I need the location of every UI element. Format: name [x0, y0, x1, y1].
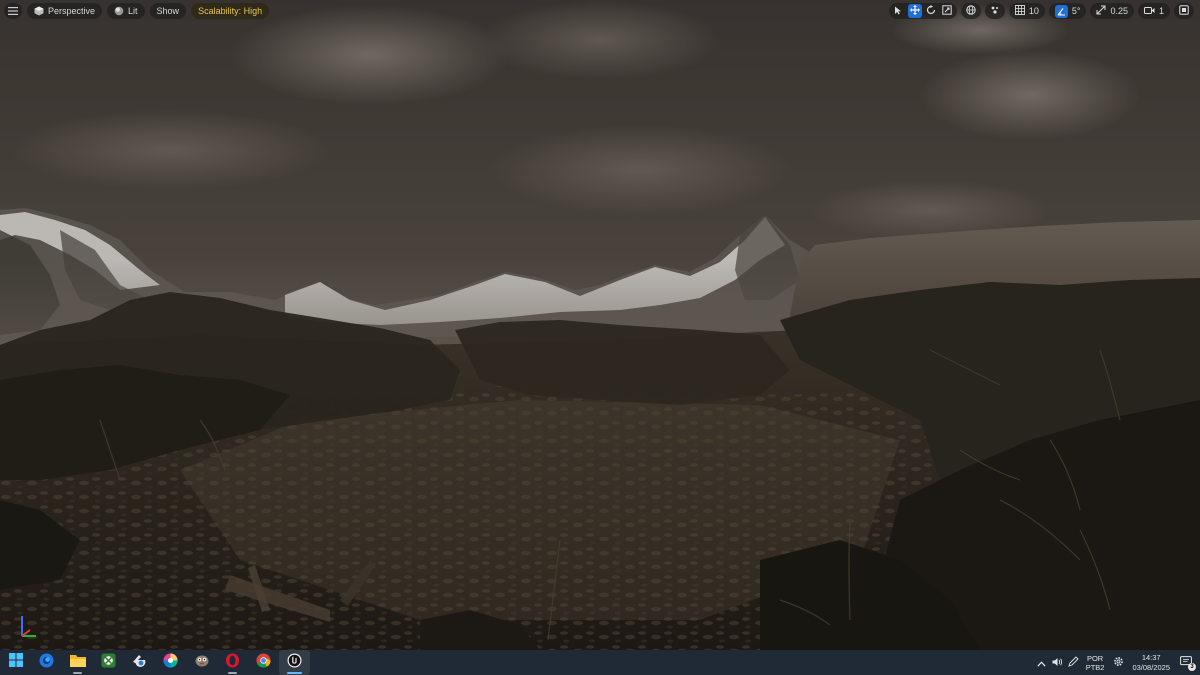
show-flags-label: Show: [156, 6, 180, 16]
scalability-button[interactable]: Scalability: High: [191, 3, 270, 19]
scale-snap-pill[interactable]: 0.25: [1090, 3, 1134, 19]
rotation-snap-pill[interactable]: 5°: [1048, 3, 1087, 19]
unreal-engine-icon: [287, 653, 302, 673]
scale-snap-icon: [1096, 5, 1106, 17]
move-tool-button[interactable]: [907, 4, 922, 18]
level-viewport[interactable]: Perspective Lit Show Scalability: High 1…: [0, 0, 1200, 650]
notification-count-badge: 3: [1188, 662, 1196, 671]
notification-center-button[interactable]: 3: [1178, 655, 1196, 671]
coordinate-space-group: [960, 3, 981, 19]
pen-menu-button[interactable]: [1066, 650, 1082, 675]
start-button[interactable]: [0, 650, 31, 675]
camera-speed-pill[interactable]: 1: [1137, 3, 1170, 19]
surface-snap-icon: [990, 5, 1000, 17]
taskbar-app-color-picker[interactable]: [155, 650, 186, 675]
taskbar-app-opera[interactable]: [217, 650, 248, 675]
scene-render[interactable]: [0, 0, 1200, 650]
color-picker-app-icon: [163, 653, 178, 673]
opera-browser-icon: [225, 653, 240, 673]
axis-gizmo: [21, 616, 36, 637]
edge-browser-icon: [39, 653, 54, 673]
xbox-app-icon: [101, 653, 116, 673]
viewport-toolbar-left: Perspective Lit Show Scalability: High: [4, 3, 270, 19]
globe-icon: [966, 5, 976, 17]
coordinate-space-button[interactable]: [964, 4, 978, 18]
camera-speed-value: 1: [1158, 6, 1164, 16]
rotate-tool-button[interactable]: [924, 4, 938, 18]
hamburger-icon: [8, 6, 18, 16]
system-tray: POR PTB2 14:37 03/08/2025 3: [1034, 650, 1200, 675]
grid-icon: [1014, 5, 1025, 17]
surface-snap-button[interactable]: [988, 4, 1002, 18]
input-language-indicator[interactable]: POR PTB2: [1086, 654, 1105, 672]
scalability-label: Scalability: High: [198, 6, 263, 16]
show-flags-button[interactable]: Show: [149, 3, 187, 19]
gimp-app-icon: [194, 653, 210, 672]
move-icon: [909, 5, 920, 17]
taskbar-app-gimp[interactable]: [186, 650, 217, 675]
pen-icon: [1068, 654, 1079, 672]
chevron-up-icon: [1037, 654, 1046, 672]
taskbar-app-xbox[interactable]: [93, 650, 124, 675]
taskbar-app-unreal-engine[interactable]: [279, 650, 310, 675]
select-icon: [894, 6, 903, 17]
rotation-snap-value: 5°: [1071, 6, 1081, 16]
chrome-browser-icon: [256, 653, 271, 673]
maximize-viewport-button[interactable]: [1177, 4, 1191, 18]
clock-date: 03/08/2025: [1132, 662, 1170, 672]
camera-icon: [1143, 6, 1155, 17]
taskbar-app-edge[interactable]: [31, 650, 62, 675]
scale-icon: [942, 5, 952, 17]
angle-icon: [1054, 4, 1068, 18]
surface-snap-group: [984, 3, 1005, 19]
volume-button[interactable]: [1050, 650, 1066, 675]
viewport-toolbar-right: 10 5° 0.25 1: [888, 3, 1194, 19]
gear-icon: [1113, 654, 1124, 672]
select-tool-button[interactable]: [892, 4, 906, 18]
file-explorer-icon: [69, 654, 86, 672]
clock-time: 14:37: [1141, 652, 1161, 662]
blender-app-icon: [132, 653, 147, 673]
grid-snap-value: 10: [1028, 6, 1039, 16]
grid-snap-pill[interactable]: 10: [1008, 3, 1045, 19]
cube-icon: [34, 6, 44, 16]
scale-snap-value: 0.25: [1110, 6, 1128, 16]
quick-settings-button[interactable]: [1110, 650, 1126, 675]
windows-start-icon: [8, 653, 23, 672]
language-code: POR: [1086, 653, 1104, 663]
rotate-icon: [926, 5, 936, 17]
windows-taskbar: POR PTB2 14:37 03/08/2025 3: [0, 650, 1200, 675]
volume-icon: [1052, 654, 1063, 672]
lighting-mode-label: Lit: [128, 6, 138, 16]
transform-tools-group: [888, 3, 957, 19]
lighting-mode-button[interactable]: Lit: [107, 3, 145, 19]
view-mode-label: Perspective: [48, 6, 96, 16]
taskbar-app-blender[interactable]: [124, 650, 155, 675]
taskbar-apps: [0, 650, 310, 675]
maximize-icon: [1179, 5, 1189, 17]
clock[interactable]: 14:37 03/08/2025: [1132, 653, 1170, 673]
taskbar-app-chrome[interactable]: [248, 650, 279, 675]
scale-tool-button[interactable]: [940, 4, 954, 18]
show-hidden-icons-button[interactable]: [1034, 650, 1050, 675]
maximize-group: [1174, 3, 1194, 19]
sphere-icon: [114, 6, 124, 16]
keyboard-layout: PTB2: [1085, 662, 1105, 672]
view-mode-button[interactable]: Perspective: [27, 3, 103, 19]
taskbar-app-file-explorer[interactable]: [62, 650, 93, 675]
viewport-options-button[interactable]: [4, 3, 22, 19]
